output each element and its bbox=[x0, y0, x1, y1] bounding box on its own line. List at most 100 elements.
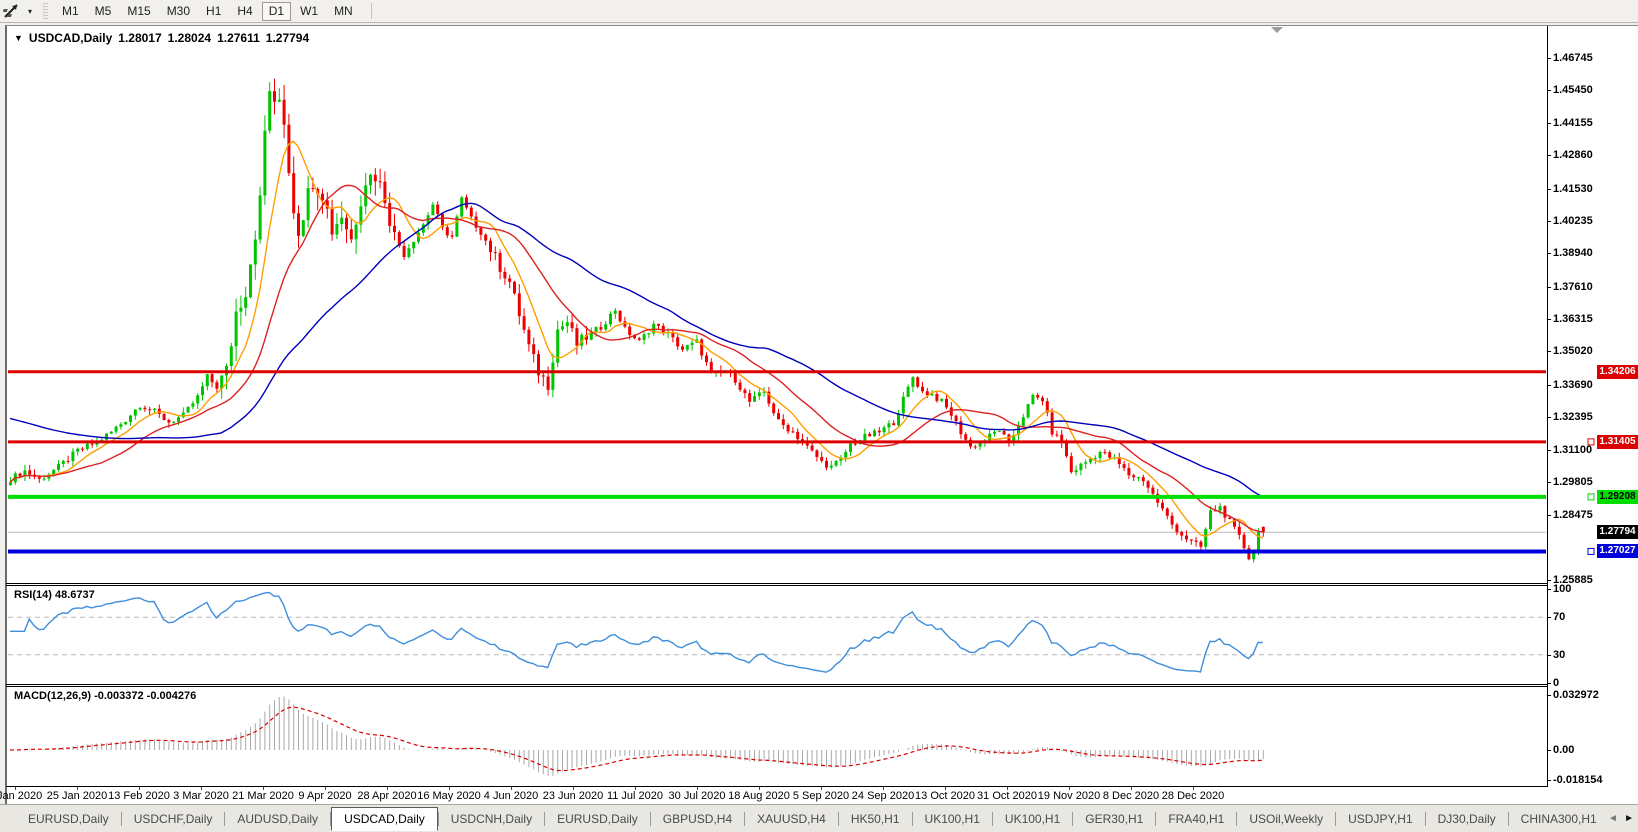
rsi-axis-label: 70 bbox=[1553, 611, 1566, 624]
axis-tick bbox=[1547, 220, 1551, 222]
price-axis-label: 1.40235 bbox=[1553, 214, 1593, 227]
chart-tab-uk100-h1[interactable]: UK100,H1 bbox=[993, 808, 1072, 830]
date-axis-label: 31 Oct 2020 bbox=[977, 790, 1037, 802]
rsi-plot-area[interactable] bbox=[8, 586, 1546, 683]
chart-tab-uk100-h1[interactable]: UK100,H1 bbox=[913, 808, 992, 830]
macd-axis-label: 0.032972 bbox=[1553, 689, 1599, 701]
axis-tick bbox=[1547, 253, 1551, 255]
panel-separator[interactable] bbox=[6, 583, 1547, 584]
axis-tick bbox=[1547, 417, 1551, 419]
date-axis-label: 19 Nov 2020 bbox=[1037, 790, 1101, 802]
tab-scroll-left-icon[interactable]: ◄ bbox=[1608, 813, 1618, 824]
price-axis-label: 1.42860 bbox=[1553, 149, 1593, 162]
chart-tab-ger30-h1[interactable]: GER30,H1 bbox=[1073, 808, 1155, 830]
chart-tab-usdcad-daily[interactable]: USDCAD,Daily bbox=[331, 806, 438, 831]
quote-close: 1.27794 bbox=[265, 31, 310, 45]
line-handle[interactable] bbox=[1587, 493, 1595, 501]
price-axis-label: 1.46745 bbox=[1553, 52, 1593, 64]
panel-separator bbox=[6, 585, 1547, 586]
axis-tick bbox=[1547, 654, 1551, 656]
chart-symbol-label: USDCAD,Daily bbox=[28, 31, 113, 45]
chart-tab-eurusd-daily[interactable]: EURUSD,Daily bbox=[545, 808, 650, 830]
panel-separator[interactable] bbox=[6, 684, 1547, 685]
price-axis-label: 1.44155 bbox=[1553, 116, 1593, 129]
date-axis-label: 30 Jul 2020 bbox=[668, 790, 726, 802]
main-plot-area[interactable] bbox=[8, 31, 1546, 582]
date-axis-label: 7 Jan 2020 bbox=[0, 790, 43, 802]
date-axis-label: 18 Aug 2020 bbox=[728, 790, 790, 802]
price-tag-1.27027: 1.27027 bbox=[1597, 544, 1638, 559]
chart-tab-hk50-h1[interactable]: HK50,H1 bbox=[839, 808, 912, 830]
date-axis-label: 21 Mar 2020 bbox=[232, 790, 294, 802]
price-axis-label: 1.29805 bbox=[1553, 475, 1593, 488]
chart-tab-fra40-h1[interactable]: FRA40,H1 bbox=[1156, 808, 1236, 830]
date-axis-label: 28 Apr 2020 bbox=[357, 790, 417, 802]
axis-tick bbox=[1547, 580, 1551, 582]
axis-tick bbox=[1547, 351, 1551, 353]
date-axis-label: 24 Sep 2020 bbox=[851, 790, 915, 802]
date-axis-label: 11 Jul 2020 bbox=[606, 790, 664, 802]
price-tag-1.34206: 1.34206 bbox=[1597, 364, 1638, 379]
rsi-label: RSI(14) 48.6737 bbox=[14, 589, 95, 601]
chart-tab-usdchf-daily[interactable]: USDCHF,Daily bbox=[122, 808, 225, 830]
price-tag-1.29208: 1.29208 bbox=[1597, 489, 1638, 504]
date-axis-label: 5 Sep 2020 bbox=[792, 790, 850, 802]
price-axis-label: 1.32395 bbox=[1553, 411, 1593, 424]
chart-collapse-arrow[interactable]: ▼ bbox=[14, 33, 23, 43]
quote-low: 1.27611 bbox=[217, 31, 260, 45]
chart-title: ▼ USDCAD,Daily 1.28017 1.28024 1.27611 1… bbox=[14, 31, 309, 45]
axis-tick bbox=[1547, 780, 1551, 782]
price-tag-1.31405: 1.31405 bbox=[1597, 434, 1638, 449]
quote-high: 1.28024 bbox=[167, 31, 212, 45]
chart-tab-eurusd-daily[interactable]: EURUSD,Daily bbox=[16, 808, 121, 830]
date-axis-label: 16 May 2020 bbox=[417, 790, 481, 802]
price-axis-label: 1.28475 bbox=[1553, 509, 1593, 522]
date-axis-label: 3 Mar 2020 bbox=[173, 790, 229, 802]
macd-plot-area[interactable] bbox=[8, 687, 1546, 786]
date-axis-label: 8 Dec 2020 bbox=[1102, 790, 1160, 802]
chart-tab-dj30-daily[interactable]: DJ30,Daily bbox=[1426, 808, 1508, 830]
panel-separator bbox=[6, 686, 1547, 687]
chart-tab-china300-h1[interactable]: CHINA300,H1 bbox=[1509, 808, 1609, 830]
line-handle[interactable] bbox=[1587, 547, 1595, 555]
axis-tick bbox=[1547, 481, 1551, 483]
axis-tick bbox=[1547, 515, 1551, 517]
chart-tab-gbpusd-h4[interactable]: GBPUSD,H4 bbox=[651, 808, 744, 830]
rsi-axis-label: 0 bbox=[1553, 677, 1560, 689]
tab-scroll-arrows: ◄ ► bbox=[1604, 805, 1638, 832]
price-axis-label: 1.36315 bbox=[1553, 313, 1593, 325]
price-axis-label: 1.37610 bbox=[1553, 280, 1593, 293]
chart-tab-usdjpy-h1[interactable]: USDJPY,H1 bbox=[1336, 808, 1424, 830]
axis-tick bbox=[1547, 319, 1551, 320]
chart-tab-usoil-weekly[interactable]: USOil,Weekly bbox=[1237, 808, 1335, 830]
axis-tick bbox=[1547, 286, 1551, 288]
axis-tick bbox=[1547, 683, 1551, 684]
date-axis-label: 13 Oct 2020 bbox=[915, 790, 975, 802]
panel-separator bbox=[6, 786, 1547, 787]
price-axis-label: 1.31100 bbox=[1553, 443, 1593, 456]
chart-tab-xauusd-h4[interactable]: XAUUSD,H4 bbox=[745, 808, 838, 830]
axis-tick bbox=[1547, 58, 1551, 59]
price-axis-label: 1.38940 bbox=[1553, 247, 1593, 260]
axis-tick bbox=[1547, 155, 1551, 157]
axis-tick bbox=[1547, 695, 1551, 696]
current-price-tag: 1.27794 bbox=[1597, 525, 1638, 540]
macd-axis-label: -0.018154 bbox=[1553, 774, 1603, 787]
date-axis-label: 13 Feb 2020 bbox=[108, 790, 170, 802]
axis-tick bbox=[1547, 589, 1551, 590]
macd-axis-label: 0.00 bbox=[1553, 744, 1575, 756]
macd-label: MACD(12,26,9) -0.003372 -0.004276 bbox=[14, 690, 197, 702]
tab-scroll-right-icon[interactable]: ► bbox=[1624, 813, 1634, 824]
price-axis-line bbox=[1547, 26, 1548, 787]
price-axis-label: 1.35020 bbox=[1553, 345, 1593, 358]
quote-open: 1.28017 bbox=[118, 31, 162, 45]
rsi-axis-label: 100 bbox=[1553, 583, 1572, 595]
date-axis-label: 25 Jan 2020 bbox=[46, 790, 108, 802]
chart-tab-usdcnh-daily[interactable]: USDCNH,Daily bbox=[439, 808, 544, 830]
axis-tick bbox=[1547, 617, 1551, 619]
axis-tick bbox=[1547, 384, 1551, 386]
axis-tick bbox=[1547, 449, 1551, 451]
chart-tab-audusd-daily[interactable]: AUDUSD,Daily bbox=[225, 808, 330, 830]
axis-tick bbox=[1547, 750, 1551, 751]
axis-tick bbox=[1547, 188, 1551, 190]
